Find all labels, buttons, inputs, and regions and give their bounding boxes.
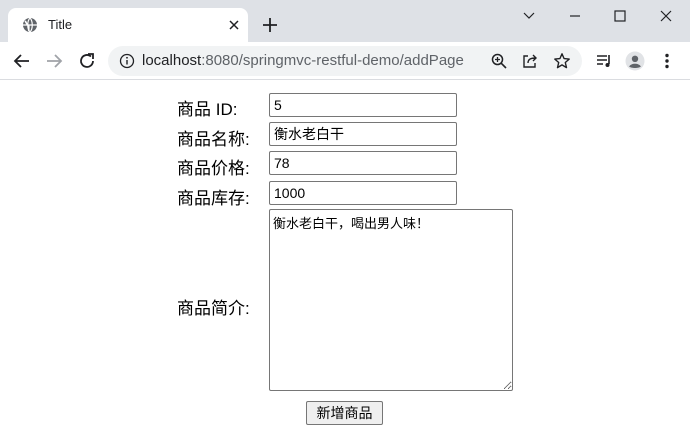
stock-label: 商品库存:: [177, 189, 250, 208]
price-label: 商品价格:: [177, 159, 250, 178]
id-label: 商品 ID:: [177, 100, 238, 119]
description-label: 商品简介:: [177, 299, 250, 318]
page-content: 商品 ID: 商品名称: 商品价格: 商品库存: 商品简介: 衡水老白干，喝出男…: [0, 81, 690, 442]
window-close-icon[interactable]: [643, 0, 689, 32]
globe-icon: [23, 17, 37, 33]
stock-input[interactable]: [269, 181, 457, 205]
tab-title: Title: [48, 17, 73, 32]
url-text[interactable]: localhost:8080/springmvc-restful-demo/ad…: [142, 52, 464, 69]
description-textarea[interactable]: 衡水老白干，喝出男人味！: [269, 209, 513, 391]
add-product-button[interactable]: 新增商品: [306, 401, 383, 425]
info-icon[interactable]: [119, 53, 135, 69]
close-icon[interactable]: [226, 17, 242, 33]
browser-tab[interactable]: Title: [8, 8, 248, 42]
maximize-icon[interactable]: [597, 0, 643, 32]
title-bar: Title: [0, 0, 690, 42]
arrow-right-icon[interactable]: [43, 50, 65, 72]
media-queue-icon[interactable]: [594, 51, 614, 71]
url-path: :8080/springmvc-restful-demo/addPage: [201, 52, 464, 69]
name-label: 商品名称:: [177, 130, 250, 149]
url-host: localhost: [142, 52, 202, 69]
minimize-icon[interactable]: [552, 0, 598, 32]
plus-icon[interactable]: [260, 15, 280, 35]
reload-icon[interactable]: [76, 50, 98, 72]
share-icon[interactable]: [521, 52, 539, 70]
id-input[interactable]: [269, 93, 457, 117]
zoom-icon[interactable]: [490, 52, 508, 70]
name-input[interactable]: [269, 122, 457, 146]
address-bar[interactable]: localhost:8080/springmvc-restful-demo/ad…: [108, 46, 582, 76]
kebab-menu-icon[interactable]: [657, 51, 677, 71]
profile-icon[interactable]: [625, 51, 645, 71]
chevron-down-icon[interactable]: [506, 0, 552, 32]
price-input[interactable]: [269, 151, 457, 175]
browser-toolbar: localhost:8080/springmvc-restful-demo/ad…: [0, 42, 690, 80]
arrow-left-icon[interactable]: [11, 50, 33, 72]
star-icon[interactable]: [553, 52, 571, 70]
